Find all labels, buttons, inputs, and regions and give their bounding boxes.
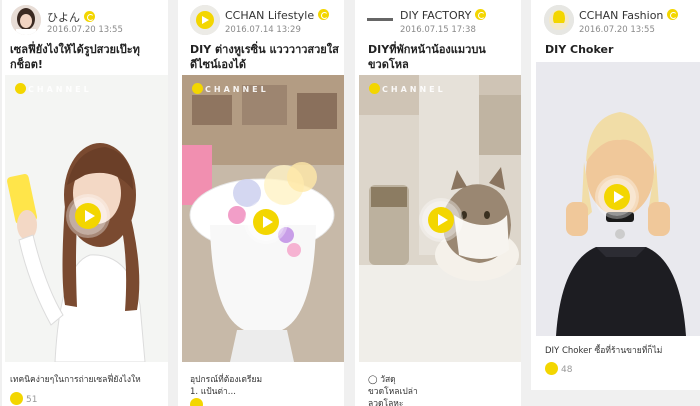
play-icon — [75, 203, 101, 229]
post-date: 2016.07.15 17:38 — [400, 25, 476, 35]
video-thumbnail[interactable]: CHANNEL — [359, 75, 521, 362]
verified-badge-icon — [667, 9, 679, 20]
heart-icon — [190, 398, 203, 406]
post-card[interactable]: CCHAN Fashion 2016.07.20 13:55 DIY Choke… — [531, 0, 700, 406]
post-date: 2016.07.20 13:55 — [579, 25, 655, 35]
post-date: 2016.07.14 13:29 — [225, 25, 301, 35]
heart-icon — [545, 362, 558, 375]
heart-icon — [10, 392, 23, 405]
author-name[interactable]: CCHAN Lifestyle — [225, 9, 330, 22]
play-button[interactable] — [422, 201, 460, 239]
author-name[interactable]: CCHAN Fashion — [579, 9, 679, 22]
channel-watermark: CHANNEL — [192, 83, 269, 94]
play-icon — [604, 184, 630, 210]
like-count[interactable] — [190, 398, 206, 406]
play-button[interactable] — [69, 197, 107, 235]
avatar[interactable] — [190, 5, 220, 35]
verified-badge-icon — [475, 9, 487, 20]
next-card-peek — [531, 390, 700, 406]
avatar[interactable] — [365, 5, 395, 35]
card-header: CCHAN Fashion 2016.07.20 13:55 — [531, 5, 700, 35]
post-card[interactable]: ひよん 2016.07.20 13:55 เซลฟี่ยังไงให้ได้รู… — [2, 0, 168, 406]
card-header: CCHAN Lifestyle 2016.07.14 13:29 — [178, 5, 344, 35]
video-thumbnail[interactable]: CHANNEL — [182, 75, 344, 362]
post-description: อุปกรณ์ที่ต้องเตรียม 1. แป้นต่า... — [190, 375, 263, 397]
like-count[interactable]: 48 — [545, 362, 572, 375]
video-thumbnail[interactable] — [536, 62, 700, 336]
channel-watermark: CHANNEL — [369, 83, 446, 94]
post-card[interactable]: DIY FACTORY 2016.07.15 17:38 DIYที่พักหน… — [355, 0, 521, 406]
card-header: ひよん 2016.07.20 13:55 — [2, 5, 168, 35]
like-count[interactable]: 51 — [10, 392, 37, 405]
author-name[interactable]: DIY FACTORY — [400, 9, 487, 22]
post-date: 2016.07.20 13:55 — [47, 25, 123, 35]
verified-badge-icon — [84, 11, 95, 22]
play-button[interactable] — [598, 178, 636, 216]
play-icon — [428, 207, 454, 233]
post-title[interactable]: DIYที่พักหน้าน้องแมวบนขวดโหล — [368, 42, 520, 72]
post-description: เทคนิคง่ายๆในการถ่ายเซลฟี่ยังไงให — [10, 375, 141, 385]
post-title[interactable]: เซลฟี่ยังไงให้ได้รูปสวยเป๊ะทุกช็อต! — [10, 42, 162, 72]
avatar[interactable] — [11, 5, 41, 35]
post-card[interactable]: CCHAN Lifestyle 2016.07.14 13:29 DIY ต่า… — [178, 0, 344, 406]
video-thumbnail[interactable]: CHANNEL — [5, 75, 168, 362]
card-header: DIY FACTORY 2016.07.15 17:38 — [355, 5, 521, 35]
post-title[interactable]: DIY ต่างหูเรซิ่น แวววาวสวยใสดีไซน์เองได้ — [190, 42, 342, 72]
post-title[interactable]: DIY Choker — [545, 42, 697, 57]
verified-badge-icon — [318, 9, 330, 20]
post-description: ◯ วัสดุ ขวดโหลเปล่า ลวดโลหะ — [368, 375, 418, 406]
avatar[interactable] — [544, 5, 574, 35]
channel-watermark: CHANNEL — [15, 83, 92, 94]
play-icon — [253, 209, 279, 235]
author-name[interactable]: ひよん — [47, 9, 95, 25]
play-button[interactable] — [247, 203, 285, 241]
post-description: DIY Choker ซื้อที่ร้านขายที่ก็ไม่ — [545, 346, 663, 356]
